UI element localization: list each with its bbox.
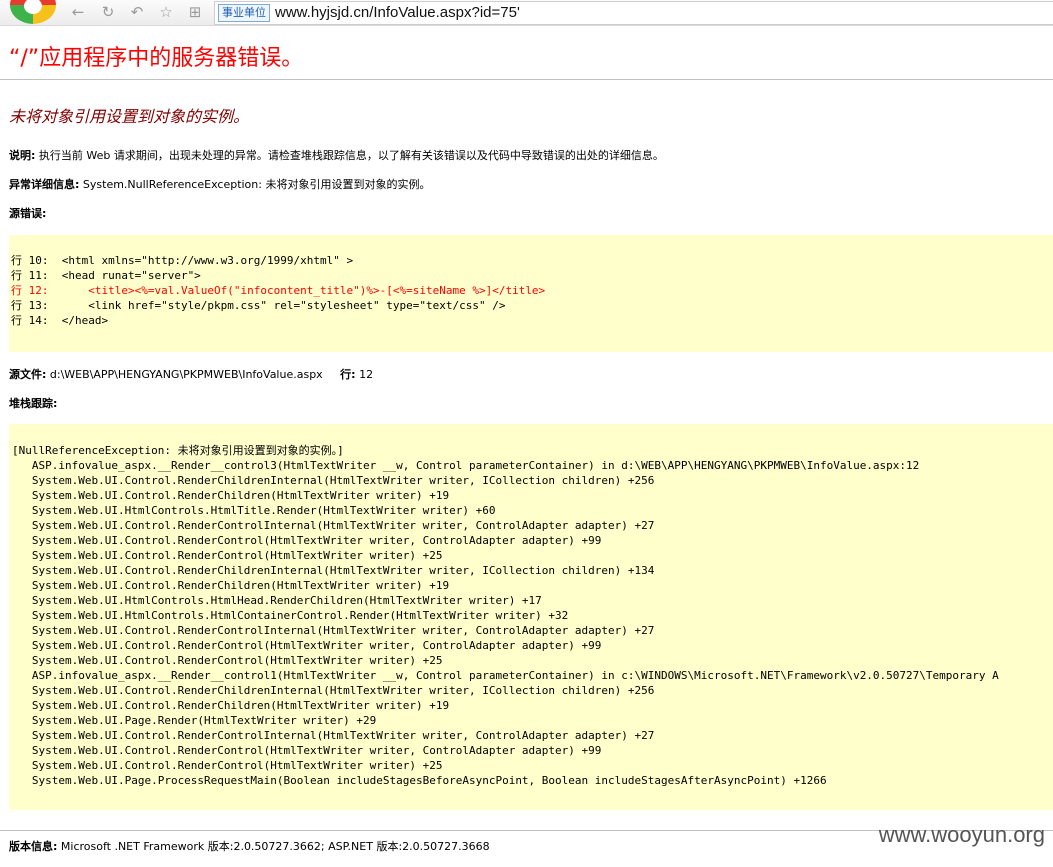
stack-trace-line: System.Web.UI.HtmlControls.HtmlContainer… bbox=[12, 609, 569, 622]
watermark: www.wooyun.org bbox=[878, 822, 1045, 847]
stack-trace-line: System.Web.UI.Control.RenderChildren(Htm… bbox=[12, 489, 450, 502]
description-text: 执行当前 Web 请求期间，出现未处理的异常。请检查堆栈跟踪信息，以了解有关该错… bbox=[35, 149, 664, 162]
address-bar[interactable]: 事业单位 www.hyjsjd.cn/InfoValue.aspx?id=75' bbox=[214, 1, 1053, 25]
site-category-badge[interactable]: 事业单位 bbox=[218, 4, 270, 22]
exception-label: 异常详细信息: bbox=[9, 178, 80, 191]
stack-trace-line: System.Web.UI.Control.RenderChildrenInte… bbox=[12, 564, 655, 577]
exception-text: System.NullReferenceException: 未将对象引用设置到… bbox=[79, 178, 431, 191]
source-line: 行 11: <head runat="server"> bbox=[11, 269, 201, 282]
stack-trace-line: System.Web.UI.Control.RenderControl(Html… bbox=[12, 744, 602, 757]
stack-trace-line: System.Web.UI.Control.RenderControl(Html… bbox=[12, 639, 602, 652]
url-text[interactable]: www.hyjsjd.cn/InfoValue.aspx?id=75' bbox=[275, 2, 520, 24]
browser-toolbar: ← ↻ ↶ ☆ ⊞ 事业单位 www.hyjsjd.cn/InfoValue.a… bbox=[0, 0, 1053, 26]
back-icon[interactable]: ← bbox=[68, 2, 88, 22]
source-code-box: 行 10: <html xmlns="http://www.w3.org/199… bbox=[9, 235, 1053, 352]
stack-trace-line: System.Web.UI.Control.RenderChildrenInte… bbox=[12, 474, 655, 487]
stack-trace-line: System.Web.UI.Control.RenderControl(Html… bbox=[12, 759, 443, 772]
stack-trace-box: [NullReferenceException: 未将对象引用设置到对象的实例。… bbox=[9, 424, 1053, 810]
page-title: “/”应用程序中的服务器错误。 bbox=[9, 46, 304, 71]
favorite-star-icon[interactable]: ☆ bbox=[156, 2, 176, 22]
title-divider bbox=[0, 79, 1053, 80]
source-line: 行 13: <link href="style/pkpm.css" rel="s… bbox=[11, 299, 506, 312]
stack-trace-line: System.Web.UI.Control.RenderControl(Html… bbox=[12, 654, 443, 667]
refresh-icon[interactable]: ↻ bbox=[98, 2, 118, 22]
line-number: 12 bbox=[355, 368, 374, 381]
undo-icon[interactable]: ↶ bbox=[127, 2, 147, 22]
stack-trace-heading: 堆栈跟踪: bbox=[9, 397, 58, 410]
stack-trace-line: System.Web.UI.HtmlControls.HtmlHead.Rend… bbox=[12, 594, 542, 607]
stack-trace-line: System.Web.UI.Page.ProcessRequestMain(Bo… bbox=[12, 774, 827, 787]
stack-trace-line: System.Web.UI.Control.RenderControlInter… bbox=[12, 519, 655, 532]
stack-trace-line: System.Web.UI.HtmlControls.HtmlTitle.Ren… bbox=[12, 504, 496, 517]
browser-logo-icon[interactable] bbox=[10, 0, 56, 24]
source-line-error: 行 12: <title><%=val.ValueOf("infocontent… bbox=[11, 284, 546, 297]
version-text: Microsoft .NET Framework 版本:2.0.50727.36… bbox=[57, 840, 490, 853]
stack-trace-line: System.Web.UI.Control.RenderChildren(Htm… bbox=[12, 699, 450, 712]
stack-trace-line: System.Web.UI.Control.RenderChildren(Htm… bbox=[12, 579, 450, 592]
stack-trace-line: System.Web.UI.Control.RenderControlInter… bbox=[12, 729, 655, 742]
description-line: 说明: 执行当前 Web 请求期间，出现未处理的异常。请检查堆栈跟踪信息，以了解… bbox=[9, 147, 664, 163]
grid-icon[interactable]: ⊞ bbox=[185, 2, 205, 22]
stack-trace-line: System.Web.UI.Control.RenderControlInter… bbox=[12, 624, 655, 637]
version-line: 版本信息: Microsoft .NET Framework 版本:2.0.50… bbox=[9, 838, 490, 854]
source-line: 行 14: </head> bbox=[11, 314, 109, 327]
source-line: 行 10: <html xmlns="http://www.w3.org/199… bbox=[11, 254, 354, 267]
stack-trace-line: [NullReferenceException: 未将对象引用设置到对象的实例。… bbox=[12, 444, 344, 457]
stack-trace-text: [NullReferenceException: 未将对象引用设置到对象的实例。… bbox=[9, 424, 1053, 788]
stack-trace-line: ASP.infovalue_aspx.__Render__control1(Ht… bbox=[12, 669, 999, 682]
source-file-line: 源文件: d:\WEB\APP\HENGYANG\PKPMWEB\InfoVal… bbox=[9, 366, 373, 382]
exception-line: 异常详细信息: System.NullReferenceException: 未… bbox=[9, 176, 430, 192]
stack-trace-line: System.Web.UI.Control.RenderChildrenInte… bbox=[12, 684, 655, 697]
description-label: 说明: bbox=[9, 149, 36, 162]
stack-trace-line: System.Web.UI.Control.RenderControl(Html… bbox=[12, 534, 602, 547]
source-file-label: 源文件: bbox=[9, 368, 47, 381]
source-file-path: d:\WEB\APP\HENGYANG\PKPMWEB\InfoValue.as… bbox=[46, 368, 323, 381]
stack-trace-line: System.Web.UI.Control.RenderControl(Html… bbox=[12, 549, 443, 562]
stack-trace-line: System.Web.UI.Page.Render(HtmlTextWriter… bbox=[12, 714, 377, 727]
stack-trace-line: ASP.infovalue_aspx.__Render__control3(Ht… bbox=[12, 459, 920, 472]
line-label: 行: bbox=[340, 368, 356, 381]
version-label: 版本信息: bbox=[9, 840, 58, 853]
error-message: 未将对象引用设置到对象的实例。 bbox=[9, 107, 250, 126]
source-error-heading: 源错误: bbox=[9, 207, 47, 220]
